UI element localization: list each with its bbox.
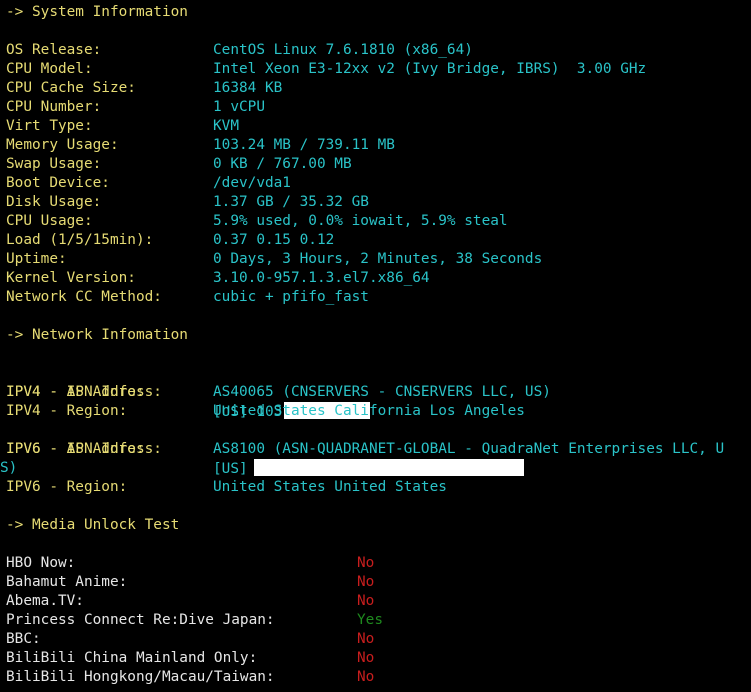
media-row: BiliBili China Mainland Only: No (0, 649, 751, 668)
media-label: BiliBili China Mainland Only: (6, 650, 258, 666)
info-row: CPU Cache Size: 16384 KB (0, 79, 751, 98)
info-value: 0 KB / 767.00 MB (213, 156, 352, 172)
info-label: Boot Device: (6, 175, 110, 191)
info-value: cubic + pfifo_fast (213, 289, 369, 305)
media-unlock-header: -> Media Unlock Test (6, 517, 180, 533)
info-value: 1 vCPU (213, 99, 265, 115)
info-row: IPV6 - IP Address: [US] (0, 421, 751, 477)
media-label: HBO Now: (6, 555, 76, 571)
info-value: 1.37 GB / 35.32 GB (213, 194, 369, 210)
media-label: Abema.TV: (6, 593, 84, 609)
info-row: Swap Usage: 0 KB / 767.00 MB (0, 155, 751, 174)
info-label: Disk Usage: (6, 194, 102, 210)
info-label: Network CC Method: (6, 289, 162, 305)
info-value: CentOS Linux 7.6.1810 (x86_64) (213, 42, 473, 58)
info-label: Memory Usage: (6, 137, 119, 153)
info-row: Disk Usage: 1.37 GB / 35.32 GB (0, 193, 751, 212)
ipv4-region-label: IPV4 - Region: (6, 403, 128, 419)
media-label: BBC: (6, 631, 41, 647)
ipv6-asn-wrap: S) (0, 460, 18, 476)
media-label: BiliBili Hongkong/Macau/Taiwan: (6, 669, 275, 685)
media-result: No (357, 593, 375, 609)
info-value: Intel Xeon E3-12xx v2 (Ivy Bridge, IBRS)… (213, 61, 647, 77)
info-value: KVM (213, 118, 239, 134)
media-row: Abema.TV: No (0, 592, 751, 611)
network-info-header: -> Network Infomation (6, 327, 188, 343)
info-value: 103.24 MB / 739.11 MB (213, 137, 395, 153)
info-label: Virt Type: (6, 118, 93, 134)
info-row: OS Release: CentOS Linux 7.6.1810 (x86_64… (0, 41, 751, 60)
media-label: Bahamut Anime: (6, 574, 128, 590)
terminal-output[interactable]: -> System Information OS Release: CentOS … (0, 3, 751, 687)
info-row: IPV6 - Region: United States United State… (0, 478, 751, 497)
info-row: Memory Usage: 103.24 MB / 739.11 MB (0, 136, 751, 155)
info-label: CPU Number: (6, 99, 102, 115)
ipv4-asn-value: AS40065 (CNSERVERS - CNSERVERS LLC, US) (213, 384, 551, 400)
ipv4-asn-label: IPV4 - ASN Info: (6, 384, 145, 400)
ipv4-region-value: United States California Los Angeles (213, 403, 525, 419)
media-result: No (357, 574, 375, 590)
info-value: 0.37 0.15 0.12 (213, 232, 335, 248)
info-row: Virt Type: KVM (0, 117, 751, 136)
info-label: CPU Usage: (6, 213, 93, 229)
system-info-header: -> System Information (6, 4, 188, 20)
info-row: CPU Model: Intel Xeon E3-12xx v2 (Ivy Bri… (0, 60, 751, 79)
media-result: Yes (357, 612, 383, 628)
info-row: IPV4 - IP Address: [US] 103 (0, 364, 751, 420)
info-label: CPU Cache Size: (6, 80, 136, 96)
media-row: Bahamut Anime: No (0, 573, 751, 592)
info-value: /dev/vda1 (213, 175, 291, 191)
media-result: No (357, 631, 375, 647)
ipv6-asn-label: IPV6 - ASN Info: (6, 441, 145, 457)
info-row: Boot Device: /dev/vda1 (0, 174, 751, 193)
media-result: No (357, 669, 375, 685)
media-label: Princess Connect Re:Dive Japan: (6, 612, 275, 628)
media-row: Princess Connect Re:Dive Japan: Yes (0, 611, 751, 630)
info-row: IPV4 - Region: United States California L… (0, 402, 751, 421)
info-label: Load (1/5/15min): (6, 232, 154, 248)
media-row: HBO Now: No (0, 554, 751, 573)
info-row: Load (1/5/15min): 0.37 0.15 0.12 (0, 231, 751, 250)
info-value: 5.9% used, 0.0% iowait, 5.9% steal (213, 213, 508, 229)
media-row: BBC: No (0, 630, 751, 649)
info-label: Kernel Version: (6, 270, 136, 286)
media-row: BiliBili Hongkong/Macau/Taiwan: No (0, 668, 751, 687)
media-result: No (357, 555, 375, 571)
info-value: 3.10.0-957.1.3.el7.x86_64 (213, 270, 430, 286)
ipv6-region-label: IPV6 - Region: (6, 479, 128, 495)
ipv6-asn-value: AS8100 (ASN-QUADRANET-GLOBAL - QuadraNet… (213, 441, 725, 457)
info-label: OS Release: (6, 42, 102, 58)
info-label: CPU Model: (6, 61, 93, 77)
info-row: Uptime: 0 Days, 3 Hours, 2 Minutes, 38 Se… (0, 250, 751, 269)
info-row: IPV4 - ASN Info: AS40065 (CNSERVERS - CNS… (0, 383, 751, 402)
info-value: 16384 KB (213, 80, 283, 96)
info-row: Kernel Version: 3.10.0-957.1.3.el7.x86_64 (0, 269, 751, 288)
info-label: Uptime: (6, 251, 67, 267)
info-label: Swap Usage: (6, 156, 102, 172)
info-row: CPU Usage: 5.9% used, 0.0% iowait, 5.9% s… (0, 212, 751, 231)
info-row: CPU Number: 1 vCPU (0, 98, 751, 117)
ipv6-region-value: United States United States (213, 479, 447, 495)
info-value: 0 Days, 3 Hours, 2 Minutes, 38 Seconds (213, 251, 543, 267)
info-row: IPV6 - ASN Info: AS8100 (ASN-QUADRANET-GL… (0, 440, 751, 459)
info-row: Network CC Method: cubic + pfifo_fast (0, 288, 751, 307)
media-result: No (357, 650, 375, 666)
